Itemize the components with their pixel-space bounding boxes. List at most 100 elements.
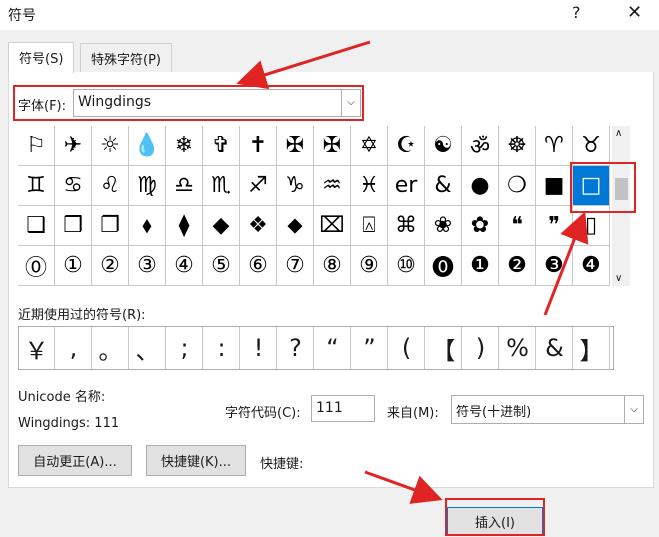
unicode-name-value: Wingdings: 111 <box>18 416 120 431</box>
symbol-cell[interactable]: ❑ <box>18 206 55 246</box>
tab-symbols[interactable]: 符号(S) <box>8 42 75 73</box>
symbol-cell[interactable]: ❸ <box>536 246 573 286</box>
autocorrect-button[interactable]: 自动更正(A)... <box>18 445 132 476</box>
symbol-cell[interactable]: er <box>388 166 425 206</box>
symbol-cell[interactable]: ⚐ <box>18 126 55 166</box>
char-code-input[interactable]: 111 <box>311 395 375 422</box>
chevron-down-icon[interactable]: ⌵ <box>624 396 643 423</box>
symbol-cell[interactable]: ④ <box>166 246 203 286</box>
symbol-cell[interactable]: ✞ <box>203 126 240 166</box>
symbol-cell[interactable]: ☯ <box>425 126 462 166</box>
char-code-value: 111 <box>316 400 343 416</box>
symbol-cell[interactable]: ⧫ <box>166 206 203 246</box>
symbol-cell[interactable]: ❀ <box>425 206 462 246</box>
unicode-name-label: Unicode 名称: <box>18 390 106 405</box>
recent-symbol[interactable]: 、 <box>130 327 166 369</box>
symbol-cell[interactable]: ❐ <box>92 206 129 246</box>
recent-symbol[interactable]: 】 <box>574 327 610 369</box>
shortcut-key-button[interactable]: 快捷键(K)... <box>146 445 246 476</box>
symbol-cell[interactable]: ⑨ <box>351 246 388 286</box>
symbol-cell[interactable]: ☸ <box>499 126 536 166</box>
symbol-cell[interactable]: ⑤ <box>203 246 240 286</box>
symbol-cell[interactable]: ⑦ <box>277 246 314 286</box>
symbol-cell[interactable]: ⍓ <box>351 206 388 246</box>
symbol-cell[interactable]: ♌ <box>92 166 129 206</box>
recent-symbol[interactable]: ? <box>278 327 314 369</box>
symbol-cell[interactable]: ⌘ <box>388 206 425 246</box>
recent-symbol[interactable]: ) <box>463 327 499 369</box>
symbol-cell[interactable]: ♉ <box>573 126 610 166</box>
recent-symbol[interactable]: 【 <box>426 327 462 369</box>
symbol-cell[interactable]: ❒ <box>55 206 92 246</box>
close-button[interactable]: ✕ <box>627 2 642 23</box>
symbol-cell[interactable]: ☼ <box>92 126 129 166</box>
symbol-cell[interactable]: ♒ <box>314 166 351 206</box>
symbol-cell[interactable]: ♍ <box>129 166 166 206</box>
symbol-cell[interactable]: ② <box>92 246 129 286</box>
symbol-cell[interactable]: ⌧ <box>314 206 351 246</box>
symbol-cell[interactable]: ✡ <box>351 126 388 166</box>
symbol-cell[interactable]: ❖ <box>240 206 277 246</box>
symbol-cell[interactable]: ♋ <box>55 166 92 206</box>
symbol-cell[interactable]: ⓪ <box>18 246 55 286</box>
dialog-title: 符号 <box>8 8 36 24</box>
symbol-cell[interactable]: ③ <box>129 246 166 286</box>
symbol-cell[interactable]: ⑥ <box>240 246 277 286</box>
symbol-cell[interactable]: ⬥ <box>277 206 314 246</box>
symbol-cell[interactable]: ❹ <box>573 246 610 286</box>
symbol-cell[interactable]: ❶ <box>462 246 499 286</box>
symbol-cell[interactable]: ❞ <box>536 206 573 246</box>
symbol-cell[interactable]: ✠ <box>314 126 351 166</box>
recent-symbols-label: 近期使用过的符号(R): <box>18 308 146 323</box>
symbol-cell[interactable]: ♈ <box>536 126 573 166</box>
symbol-cell[interactable]: ♐ <box>240 166 277 206</box>
symbol-cell[interactable]: & <box>425 166 462 206</box>
symbol-cell[interactable]: ♑ <box>277 166 314 206</box>
symbol-cell[interactable]: ◆ <box>203 206 240 246</box>
recent-symbols: ￥,。、;:!? “”(【)% &】 <box>18 326 614 370</box>
symbol-cell[interactable]: ॐ <box>462 126 499 166</box>
recent-symbol[interactable]: ! <box>241 327 277 369</box>
scroll-down-icon[interactable]: ∨ <box>615 273 622 284</box>
symbol-cell[interactable]: ❍ <box>499 166 536 206</box>
font-highlight-box <box>13 85 364 121</box>
scroll-up-icon[interactable]: ∧ <box>615 128 622 139</box>
symbol-cell[interactable]: ♊ <box>18 166 55 206</box>
recent-symbol[interactable]: ( <box>389 327 425 369</box>
symbol-cell[interactable]: ♏ <box>203 166 240 206</box>
symbol-cell[interactable]: ❄ <box>166 126 203 166</box>
recent-symbol[interactable]: 。 <box>93 327 129 369</box>
recent-symbol[interactable]: ￥ <box>19 327 55 369</box>
symbol-cell[interactable]: ⓿ <box>425 246 462 286</box>
recent-symbol[interactable]: & <box>537 327 573 369</box>
symbol-cell[interactable]: ⬧ <box>129 206 166 246</box>
symbol-cell[interactable]: ✝ <box>240 126 277 166</box>
from-select[interactable]: 符号(十进制) ⌵ <box>451 395 644 424</box>
recent-symbol[interactable]: % <box>500 327 536 369</box>
recent-symbol[interactable]: , <box>56 327 92 369</box>
from-value: 符号(十进制) <box>456 405 532 420</box>
tab-special-chars[interactable]: 特殊字符(P) <box>80 43 172 72</box>
help-button[interactable]: ? <box>572 3 581 22</box>
symbol-cell[interactable]: 💧 <box>129 126 166 166</box>
symbol-cell[interactable]: ✿ <box>462 206 499 246</box>
symbol-cell[interactable]: ✈ <box>55 126 92 166</box>
symbol-cell[interactable]: ❷ <box>499 246 536 286</box>
from-label: 来自(M): <box>387 406 439 421</box>
symbol-cell[interactable]: ☪ <box>388 126 425 166</box>
recent-symbol[interactable]: ; <box>167 327 203 369</box>
symbol-cell[interactable]: ❝ <box>499 206 536 246</box>
symbol-cell[interactable]: ♓ <box>351 166 388 206</box>
recent-symbol[interactable]: ” <box>352 327 388 369</box>
symbol-cell[interactable]: ⑧ <box>314 246 351 286</box>
char-code-label: 字符代码(C): <box>225 406 301 421</box>
symbol-cell[interactable]: ① <box>55 246 92 286</box>
symbol-cell[interactable]: ● <box>462 166 499 206</box>
shortcut-key-label: 快捷键: <box>260 457 304 472</box>
symbol-cell[interactable]: ■ <box>536 166 573 206</box>
symbol-cell[interactable]: ⑩ <box>388 246 425 286</box>
recent-symbol[interactable]: : <box>204 327 240 369</box>
symbol-cell[interactable]: ✠ <box>277 126 314 166</box>
symbol-cell[interactable]: ♎ <box>166 166 203 206</box>
recent-symbol[interactable]: “ <box>315 327 351 369</box>
